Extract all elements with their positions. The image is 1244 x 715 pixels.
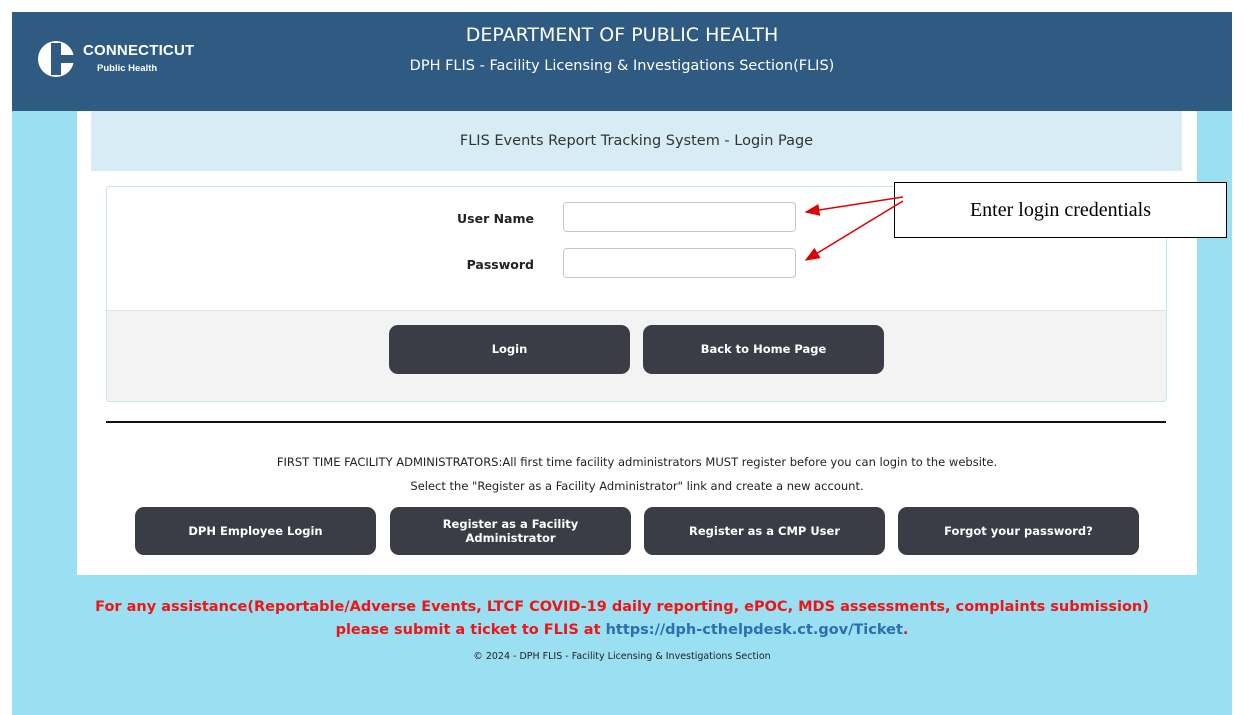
ticket-link[interactable]: https://dph-cthelpdesk.ct.gov/Ticket	[606, 622, 903, 638]
register-instruction: Select the "Register as a Facility Admin…	[410, 479, 864, 493]
assistance-notice: For any assistance(Reportable/Adverse Ev…	[95, 599, 1149, 615]
page-title: FLIS Events Report Tracking System - Log…	[91, 111, 1182, 171]
login-actions: Login Back to Home Page	[107, 310, 1166, 401]
username-input[interactable]	[563, 202, 796, 232]
divider	[106, 421, 1166, 423]
register-facility-admin-button[interactable]: Register as a Facility Administrator	[390, 507, 631, 555]
username-label: User Name	[457, 211, 534, 226]
first-time-notice: FIRST TIME FACILITY ADMINISTRATORS:All f…	[276, 455, 998, 469]
header-subtitle: DPH FLIS - Facility Licensing & Investig…	[409, 58, 835, 74]
forgot-password-button[interactable]: Forgot your password?	[898, 507, 1139, 555]
ct-logo-icon	[38, 41, 75, 77]
copyright: © 2024 - DPH FLIS - Facility Licensing &…	[473, 651, 771, 662]
password-label: Password	[466, 257, 534, 272]
dph-employee-login-button[interactable]: DPH Employee Login	[135, 507, 376, 555]
logo-wordmark: CONNECTICUT	[83, 42, 195, 59]
ticket-suffix: .	[902, 622, 909, 638]
login-card: FLIS Events Report Tracking System - Log…	[77, 111, 1197, 575]
ticket-prefix: please submit a ticket to FLIS at	[335, 622, 606, 638]
ticket-instruction: please submit a ticket to FLIS at https:…	[12, 622, 1232, 638]
register-cmp-user-button[interactable]: Register as a CMP User	[644, 507, 885, 555]
header-title: DEPARTMENT OF PUBLIC HEALTH	[465, 24, 779, 46]
page-frame: CONNECTICUT Public Health DEPARTMENT OF …	[12, 12, 1232, 715]
logo-tagline: Public Health	[97, 63, 158, 74]
login-button[interactable]: Login	[389, 325, 630, 374]
back-to-home-button[interactable]: Back to Home Page	[643, 325, 884, 374]
annotation-callout: Enter login credentials	[894, 182, 1227, 238]
password-input[interactable]	[563, 248, 796, 278]
site-header: CONNECTICUT Public Health DEPARTMENT OF …	[12, 12, 1232, 111]
